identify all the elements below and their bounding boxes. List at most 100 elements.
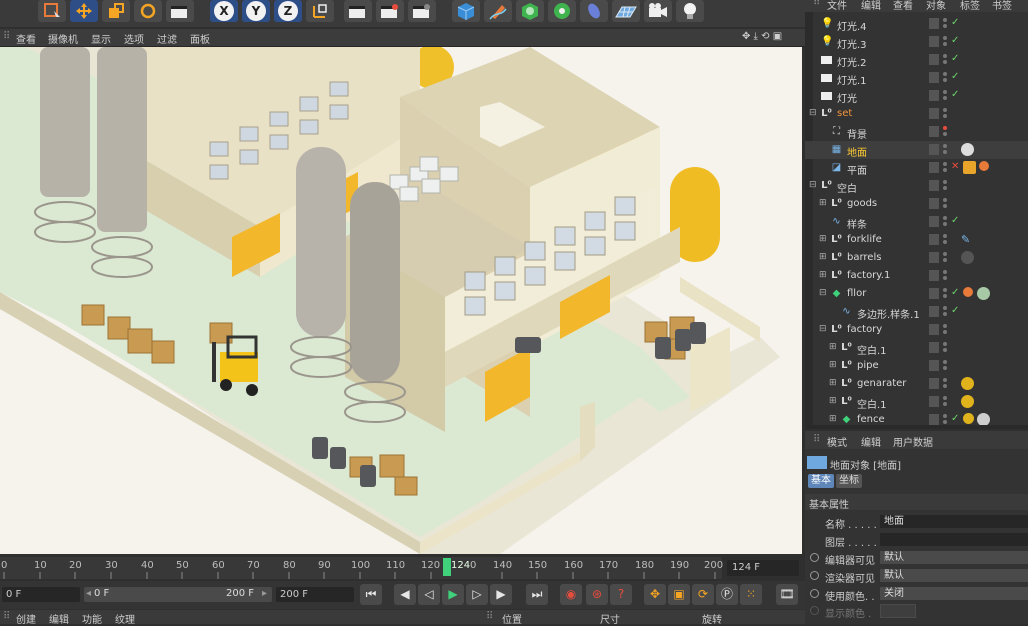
layer-swatch[interactable] (929, 198, 939, 209)
visibility-dots[interactable] (943, 198, 949, 210)
visibility-dots[interactable] (943, 216, 949, 228)
object-name[interactable]: 平面 (847, 162, 867, 177)
tab-basic[interactable]: 基本 (808, 474, 834, 488)
view-menu-options[interactable]: 选项 (124, 31, 144, 46)
expand-icon[interactable]: ⊞ (829, 361, 837, 370)
layer-swatch[interactable] (929, 396, 939, 407)
playhead[interactable] (443, 558, 451, 576)
object-menu-tags[interactable]: 标签 (960, 0, 980, 12)
timeline-icon[interactable]: 🎞 (776, 584, 798, 605)
object-menu-file[interactable]: 文件 (827, 0, 847, 12)
next-key-icon[interactable]: ▶ (490, 584, 512, 605)
object-name[interactable]: 空白.1 (857, 396, 887, 411)
object-row[interactable]: ∿ 样条 ✓ (805, 213, 1028, 231)
play-icon[interactable]: ▶ (442, 584, 464, 605)
use-color-dropdown[interactable]: 关闭 (880, 587, 1028, 600)
object-name[interactable]: 灯光.2 (837, 54, 867, 69)
panel-divider[interactable] (805, 425, 1028, 429)
visibility-dots[interactable] (943, 288, 949, 300)
object-name[interactable]: fence (857, 414, 885, 425)
expand-icon[interactable]: ⊞ (829, 379, 837, 388)
enabled-check-icon[interactable]: ✓ (951, 71, 959, 82)
enabled-check-icon[interactable]: ✓ (951, 35, 959, 46)
expand-icon[interactable]: ⊞ (829, 397, 837, 406)
visibility-dots[interactable] (943, 108, 949, 120)
render-view-icon[interactable] (344, 0, 372, 22)
goto-end-icon[interactable]: ⏭ (526, 584, 548, 605)
object-row[interactable]: ⊞ L⁰ 空白.1 (805, 393, 1028, 411)
object-name[interactable]: 空白 (837, 180, 857, 195)
collapse-icon[interactable]: ⊟ (819, 289, 827, 298)
expand-icon[interactable]: ⊞ (819, 271, 827, 280)
object-name[interactable]: factory.1 (847, 270, 890, 281)
layer-swatch[interactable] (929, 90, 939, 101)
editor-visible-dropdown[interactable]: 默认 (880, 551, 1028, 564)
collapse-icon[interactable]: ⊟ (819, 325, 827, 334)
layer-swatch[interactable] (929, 36, 939, 47)
cube-primitive-icon[interactable] (452, 0, 480, 22)
compositing-tag-icon[interactable] (979, 161, 989, 171)
visibility-dots[interactable] (943, 18, 949, 30)
key-parameter-icon[interactable]: Ⓟ (716, 584, 738, 605)
visibility-dots[interactable] (943, 360, 949, 372)
object-name[interactable]: 灯光.1 (837, 72, 867, 87)
view-navigation-icons[interactable]: ✥ ⤓ ⟲ ▣ (742, 31, 782, 42)
object-name[interactable]: genarater (857, 378, 906, 389)
object-menu-bookmarks[interactable]: 书签 (992, 0, 1012, 12)
object-row[interactable]: ◪ 平面 ✕ (805, 159, 1028, 177)
object-name[interactable]: 灯光.4 (837, 18, 867, 33)
object-name[interactable]: forklife (847, 234, 882, 245)
object-name[interactable]: goods (847, 198, 877, 209)
visibility-dots[interactable] (943, 90, 949, 102)
z-axis-lock-button[interactable]: Z (274, 0, 302, 22)
object-name[interactable]: set (837, 108, 852, 119)
object-row[interactable]: ⊞ L⁰ genarater (805, 375, 1028, 393)
layer-swatch[interactable] (929, 324, 939, 335)
timeline-ruler[interactable]: 0 10 20 30 40 50 60 70 80 90 100 110 120… (0, 557, 723, 579)
visibility-dots[interactable] (943, 36, 949, 48)
current-frame-field[interactable]: 124 F (727, 560, 799, 576)
visibility-dots[interactable] (943, 72, 949, 84)
use-color-radio[interactable] (810, 589, 819, 598)
prev-key-icon[interactable]: ◀ (394, 584, 416, 605)
light-object-icon[interactable] (676, 0, 704, 22)
object-name[interactable]: 灯光 (837, 90, 857, 105)
material-tag-icon[interactable] (977, 287, 990, 300)
layer-swatch[interactable] (929, 180, 939, 191)
subdivision-surface-icon[interactable] (516, 0, 544, 22)
object-name[interactable]: 地面 (847, 144, 867, 159)
object-row-selected[interactable]: ▦ 地面 (805, 141, 1028, 159)
render-visible-radio[interactable] (810, 571, 819, 580)
render-visible-dropdown[interactable]: 默认 (880, 569, 1028, 582)
next-frame-icon[interactable]: ▷ (466, 584, 488, 605)
record-keys-icon[interactable]: ◉ (560, 584, 582, 605)
object-name[interactable]: 灯光.3 (837, 36, 867, 51)
collapse-icon[interactable]: ⊟ (809, 109, 817, 118)
object-name[interactable]: fllor (847, 288, 866, 299)
object-name[interactable]: factory (847, 324, 882, 335)
visibility-dots[interactable] (943, 144, 949, 156)
visibility-dots[interactable] (943, 162, 949, 174)
3d-viewport[interactable] (0, 47, 802, 554)
visibility-dots[interactable] (943, 126, 949, 138)
enabled-check-icon[interactable]: ✓ (951, 287, 959, 298)
visibility-dots[interactable] (943, 342, 949, 354)
end-frame-field[interactable]: 200 F (276, 587, 354, 602)
view-menu-camera[interactable]: 摄像机 (48, 31, 78, 46)
layer-field[interactable] (880, 533, 1028, 546)
object-row[interactable]: 💡 灯光.4 ✓ (805, 15, 1028, 33)
object-row[interactable]: ⊟ L⁰ set (805, 105, 1028, 123)
object-row[interactable]: 💡 灯光.3 ✓ (805, 33, 1028, 51)
object-name[interactable]: barrels (847, 252, 881, 263)
object-row[interactable]: ⊟ L⁰ 空白 (805, 177, 1028, 195)
range-right-arrow-icon[interactable]: ▸ (262, 588, 267, 599)
visibility-dots[interactable] (943, 54, 949, 66)
recent-tools-icon[interactable] (166, 0, 194, 22)
key-scale-icon[interactable]: ▣ (668, 584, 690, 605)
object-row[interactable]: 灯光.1 ✓ (805, 69, 1028, 87)
visibility-dots[interactable] (943, 378, 949, 390)
view-menu-panel[interactable]: 面板 (190, 31, 210, 46)
range-slider[interactable]: ◂ 0 F 200 F ▸ (84, 587, 272, 602)
object-name[interactable]: 多边形.样条.1 (857, 306, 920, 321)
object-name[interactable]: 背景 (847, 126, 867, 141)
